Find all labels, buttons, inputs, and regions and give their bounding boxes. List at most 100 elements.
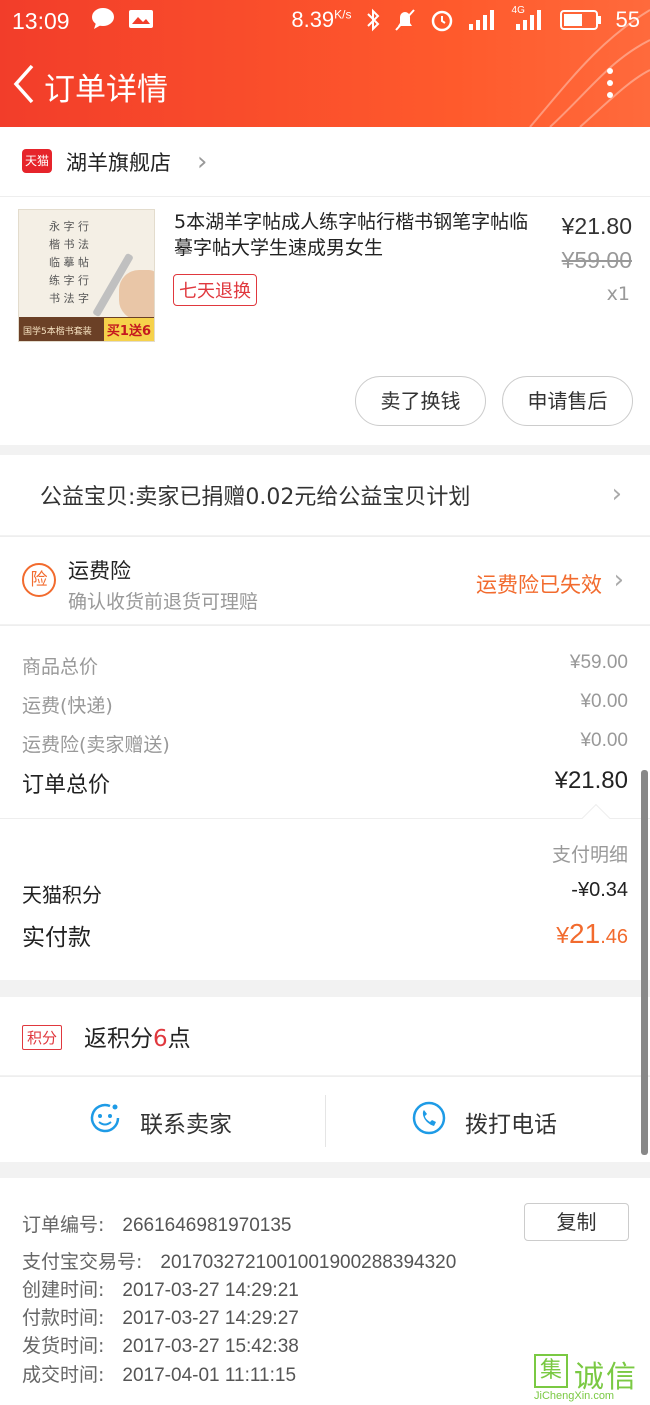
after-sale-button[interactable]: 申请售后	[502, 376, 633, 426]
speed-unit: K/s	[334, 7, 352, 22]
points-row: 积分 返积分6点	[0, 997, 650, 1075]
battery-icon	[559, 10, 601, 30]
charity-text: 公益宝贝:卖家已捐赠0.02元给公益宝贝计划	[40, 485, 471, 510]
product-quantity: x1	[606, 283, 630, 305]
watermark-url: JiChengXin.com	[534, 1390, 615, 1402]
thumb-band-text: 国学5本楷书套装	[23, 327, 92, 337]
network-speed: 8.39K/s	[291, 7, 351, 33]
thumb-text-3: 临 摹 帖	[49, 256, 89, 269]
signal-icon	[468, 10, 494, 30]
status-bar: 13:09 8.39K/s 4G 55	[0, 0, 650, 42]
nav-bar: 订单详情	[0, 50, 650, 120]
promo-label: 买1送6	[103, 318, 154, 341]
order-number-row: 订单编号: 2661646981970135	[22, 1210, 291, 1237]
image-notification-icon	[129, 10, 153, 28]
paid-value: ¥21.46	[556, 918, 628, 950]
product-name[interactable]: 5本湖羊字帖成人练字帖行楷书钢笔字帖临摹字帖大学生速成男女生	[174, 209, 536, 261]
charity-row[interactable]: 公益宝贝:卖家已捐赠0.02元给公益宝贝计划 ›	[0, 455, 650, 535]
insurance-status: 运费险已失效	[476, 573, 602, 597]
bluetooth-icon	[366, 8, 379, 32]
created-value: 2017-03-27 14:29:21	[122, 1280, 299, 1301]
points-text: 返积分6点	[84, 1019, 191, 1053]
shop-name: 湖羊旗舰店	[66, 151, 171, 175]
return-badge: 七天退换	[173, 274, 257, 306]
paid-time-row: 付款时间: 2017-03-27 14:29:27	[22, 1303, 299, 1330]
insurance-subtitle: 确认收货前退货可理赔	[68, 591, 259, 613]
chevron-right-icon: ›	[197, 147, 208, 177]
goods-total-label: 商品总价	[22, 656, 99, 678]
product-card: 永 字 行 楷 书 法 临 摹 帖 练 字 行 书 法 字 国学5本楷书套装 买…	[0, 197, 650, 445]
insurance-fee-label: 运费险(卖家赠送)	[22, 734, 170, 756]
payment-detail-row: 支付明细	[22, 840, 628, 870]
header: 13:09 8.39K/s 4G 55 订单详情	[0, 0, 650, 127]
copy-button[interactable]: 复制	[524, 1203, 629, 1241]
created-row: 创建时间: 2017-03-27 14:29:21	[22, 1275, 299, 1302]
insurance-fee-row: 运费险(卖家赠送) ¥0.00	[22, 730, 628, 760]
back-icon[interactable]	[10, 62, 40, 106]
alipay-row: 支付宝交易号: 2017032721001001900288394320	[22, 1247, 456, 1274]
done-value: 2017-04-01 11:11:15	[122, 1365, 297, 1386]
shipped-label: 发货时间:	[22, 1335, 105, 1357]
paid-label: 实付款	[22, 925, 91, 951]
alipay-value: 2017032721001001900288394320	[160, 1252, 457, 1273]
hand-graphic	[119, 270, 154, 320]
insurance-fee-value: ¥0.00	[580, 730, 628, 751]
sell-button[interactable]: 卖了换钱	[355, 376, 486, 426]
shipping-value: ¥0.00	[580, 691, 628, 712]
contact-seller-button[interactable]: 联系卖家	[140, 1105, 232, 1139]
tmall-points-label: 天猫积分	[22, 883, 102, 907]
mute-icon	[394, 9, 415, 31]
divider	[325, 1095, 326, 1147]
more-vertical-icon[interactable]	[606, 66, 614, 104]
cost-summary: 商品总价 ¥59.00 运费(快递) ¥0.00 运费险(卖家赠送) ¥0.00…	[0, 625, 650, 980]
call-phone-button[interactable]: 拨打电话	[465, 1105, 557, 1139]
notification-icons	[90, 7, 154, 31]
created-label: 创建时间:	[22, 1279, 105, 1301]
order-total-row: 订单总价 ¥21.80	[22, 767, 628, 798]
paid-currency: ¥	[556, 922, 570, 948]
insurance-icon: 险	[22, 563, 56, 597]
thumb-text-5: 书 法 字	[49, 292, 89, 305]
shipped-row: 发货时间: 2017-03-27 15:42:38	[22, 1331, 299, 1358]
points-suffix: 点	[167, 1026, 191, 1052]
goods-total-row: 商品总价 ¥59.00	[22, 652, 628, 682]
shipping-insurance-row[interactable]: 险 运费险 确认收货前退货可理赔 运费险已失效 ›	[0, 536, 650, 624]
battery-level: 55	[615, 7, 640, 32]
chat-face-icon[interactable]	[88, 1101, 122, 1135]
points-tag: 积分	[22, 1025, 63, 1050]
shop-row[interactable]: 天猫 湖羊旗舰店 ›	[0, 127, 650, 197]
thumb-text-1: 永 字 行	[49, 220, 89, 233]
chat-bubble-icon	[92, 8, 114, 29]
speed-value: 8.39	[291, 7, 335, 32]
tmall-points-value: -¥0.34	[571, 879, 628, 901]
signal-4g-icon	[515, 10, 541, 30]
goods-total-value: ¥59.00	[569, 652, 628, 673]
thumb-text-4: 练 字 行	[49, 274, 89, 287]
shipped-value: 2017-03-27 15:42:38	[122, 1336, 299, 1357]
order-number-value: 2661646981970135	[122, 1215, 292, 1236]
status-right: 8.39K/s 4G 55	[291, 5, 640, 33]
order-total-value: ¥21.80	[554, 767, 628, 794]
alipay-label: 支付宝交易号:	[22, 1251, 143, 1273]
phone-icon[interactable]	[412, 1101, 446, 1135]
divider	[0, 818, 650, 819]
paid-time-label: 付款时间:	[22, 1307, 105, 1329]
chevron-right-icon: ›	[613, 565, 624, 595]
order-number-label: 订单编号:	[22, 1214, 105, 1236]
paid-amount-row: 实付款 ¥21.46	[22, 918, 628, 951]
caret-up-icon	[581, 803, 611, 833]
tmall-badge: 天猫	[22, 149, 52, 173]
paid-time-value: 2017-03-27 14:29:27	[122, 1308, 299, 1329]
original-price: ¥59.00	[561, 247, 632, 273]
contact-row: 联系卖家 拨打电话	[0, 1076, 650, 1162]
points-count: 6	[153, 1026, 168, 1052]
done-label: 成交时间:	[22, 1364, 105, 1386]
network-4g-signal: 4G	[512, 5, 546, 31]
thumb-text-2: 楷 书 法	[49, 238, 89, 251]
insurance-title: 运费险	[68, 559, 131, 583]
alarm-icon	[431, 10, 452, 32]
product-thumbnail[interactable]: 永 字 行 楷 书 法 临 摹 帖 练 字 行 书 法 字 国学5本楷书套装 买…	[18, 209, 155, 342]
scrollbar[interactable]	[641, 770, 648, 1155]
paid-decimal: .46	[600, 926, 628, 948]
paid-integer: 21	[569, 918, 601, 949]
